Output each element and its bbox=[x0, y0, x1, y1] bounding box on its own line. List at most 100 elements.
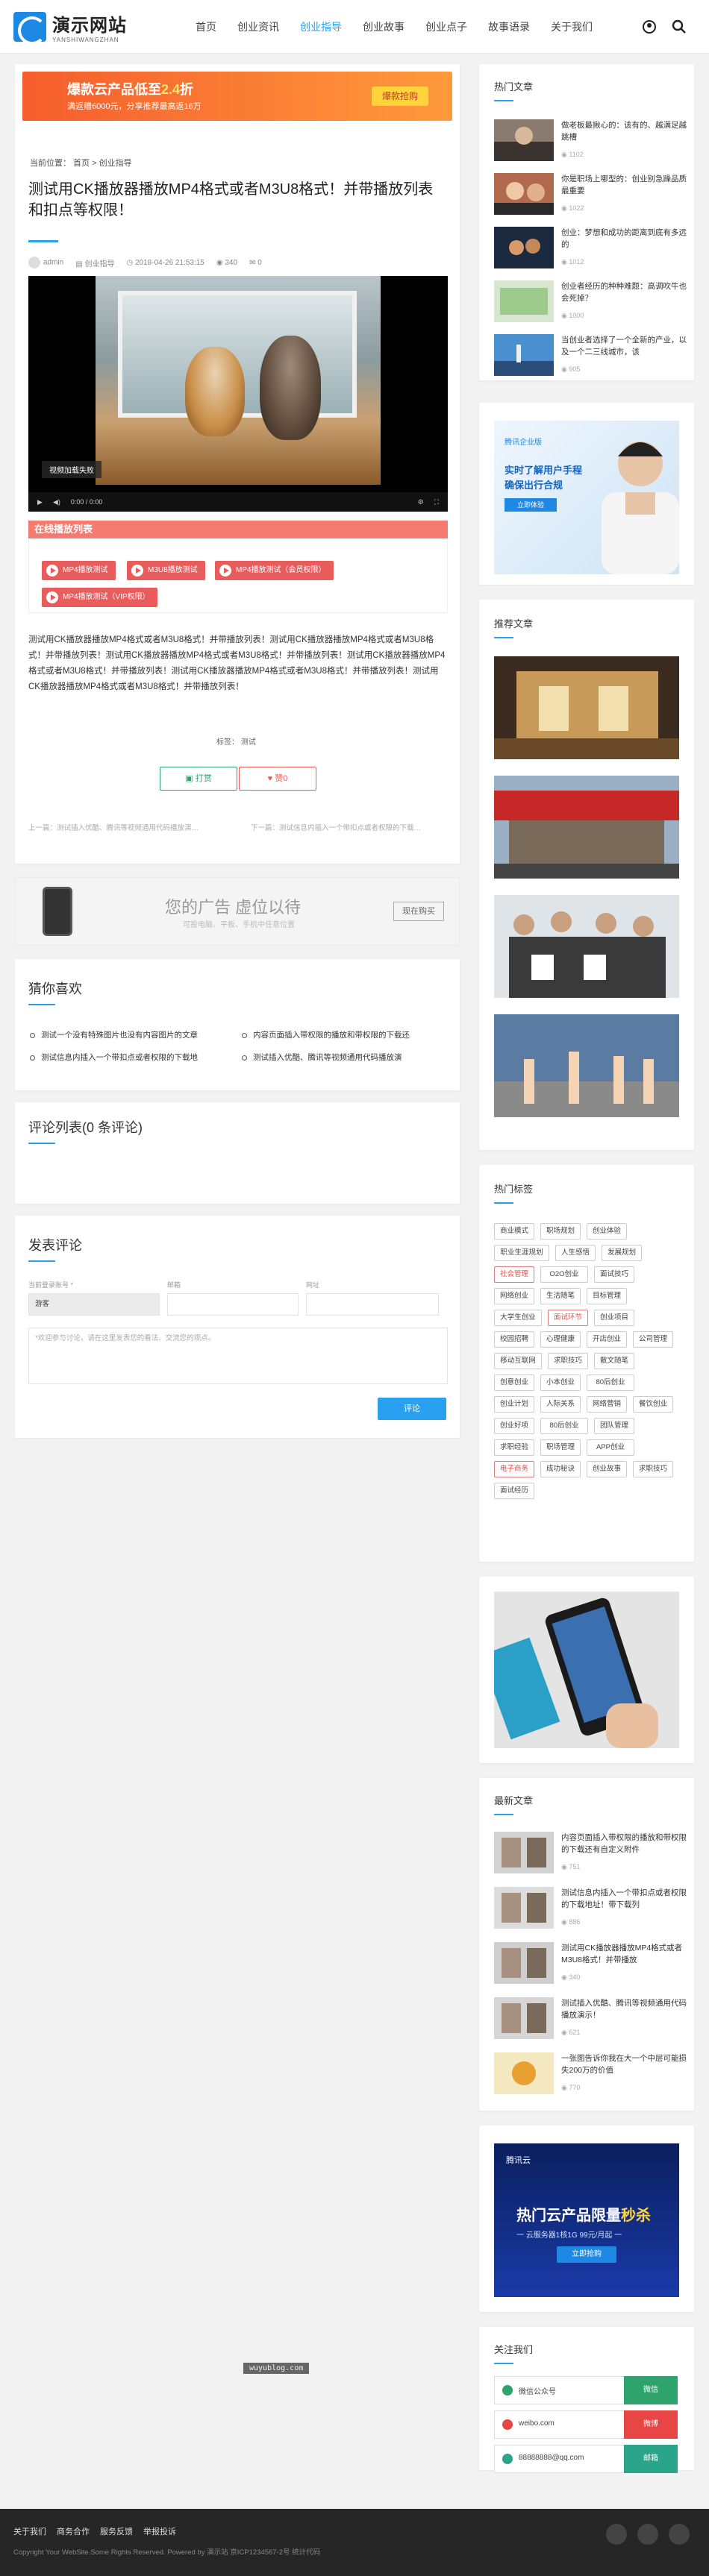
breadcrumb[interactable]: 当前位置： 首页 > 创业指导 bbox=[30, 157, 132, 169]
tag-item[interactable]: 职业生涯规划 bbox=[494, 1245, 549, 1261]
tag-item[interactable]: 面试技巧 bbox=[594, 1266, 634, 1283]
tag-item[interactable]: 创业计划 bbox=[494, 1396, 534, 1413]
email-field[interactable] bbox=[167, 1293, 299, 1316]
tag-item[interactable]: APP创业 bbox=[587, 1439, 634, 1456]
newest-article[interactable]: 一张图告诉你我在大一个中层可能损失200万的价值 ◉ 770 bbox=[494, 2052, 692, 2094]
tag-item[interactable]: 求职经验 bbox=[494, 1439, 534, 1456]
playlist-item[interactable]: MP4播放测试 bbox=[42, 561, 116, 580]
tag-item[interactable]: 心理健康 bbox=[540, 1331, 581, 1348]
tag-item[interactable]: 社会管理 bbox=[494, 1266, 534, 1283]
comment-textarea[interactable]: *欢迎参与讨论，请在这里发表您的看法、交流您的观点。 bbox=[28, 1328, 448, 1384]
ad-banner[interactable]: 您的广告 虚位以待 可投电脑、平板、手机中任意位置 现在购买 bbox=[15, 877, 460, 946]
tag-item[interactable]: 开店创业 bbox=[587, 1331, 627, 1348]
hot-article[interactable]: 创业：梦想和成功的距离到底有多远的 ◉ 1012 bbox=[494, 227, 692, 268]
banner-button[interactable]: 爆款抢购 bbox=[372, 87, 428, 106]
tag-item[interactable]: O2O创业 bbox=[540, 1266, 588, 1283]
author[interactable]: admin bbox=[43, 259, 63, 267]
play-icon[interactable]: ▶ bbox=[37, 498, 43, 506]
ad-cta[interactable]: 立即体验 bbox=[505, 498, 557, 512]
nav-home[interactable]: 首页 bbox=[185, 0, 227, 54]
nav-about[interactable]: 关于我们 bbox=[540, 0, 603, 54]
newest-article[interactable]: 测试信息内插入一个带扣点或者权限的下载地址！带下载列 ◉ 886 bbox=[494, 1887, 692, 1929]
footer-link-report[interactable]: 举报投诉 bbox=[143, 2525, 176, 2537]
tag-item[interactable]: 团队管理 bbox=[594, 1418, 634, 1434]
qq-footer-icon[interactable] bbox=[669, 2524, 690, 2545]
weibo-button[interactable]: 微博 bbox=[624, 2410, 678, 2439]
cloud-cta[interactable]: 立即抢购 bbox=[557, 2246, 616, 2263]
tag-item[interactable]: 求职技巧 bbox=[633, 1461, 673, 1477]
search-icon[interactable] bbox=[672, 19, 687, 34]
tag-item[interactable]: 求职技巧 bbox=[548, 1353, 588, 1369]
url-field[interactable] bbox=[306, 1293, 439, 1316]
tag-item[interactable]: 生活随笔 bbox=[540, 1288, 581, 1304]
user-icon[interactable] bbox=[642, 19, 657, 34]
promo-banner[interactable]: 爆款云产品低至2.4折 满返赠6000元，分享推荐最高返16万 爆款抢购 bbox=[22, 72, 452, 121]
hot-article[interactable]: 做老板最揪心的：该有的、越满足越跳槽 ◉ 1102 bbox=[494, 119, 692, 161]
name-field[interactable]: 游客 bbox=[28, 1293, 160, 1316]
sidebar-ad[interactable]: 腾讯企业版 实时了解用户手程 确保出行合规 立即体验 bbox=[494, 421, 679, 574]
tag-item[interactable]: 80后创业 bbox=[540, 1418, 588, 1434]
tag-item[interactable]: 创业体验 bbox=[587, 1223, 627, 1240]
fullscreen-icon[interactable]: ⛶ bbox=[434, 498, 439, 506]
wechat-button[interactable]: 微信 bbox=[624, 2376, 678, 2404]
tag-item[interactable]: 80后创业 bbox=[587, 1375, 634, 1391]
recommended-image-mart[interactable] bbox=[494, 776, 679, 879]
hot-article[interactable]: 创业者经历的种种难题：高调吹牛也会死掉？ ◉ 1000 bbox=[494, 280, 692, 322]
settings-icon[interactable]: ⚙ bbox=[418, 498, 424, 506]
footer-link-business[interactable]: 商务合作 bbox=[57, 2525, 90, 2537]
weibo-footer-icon[interactable] bbox=[637, 2524, 658, 2545]
nav-guide[interactable]: 创业指导 bbox=[290, 0, 352, 54]
tag-item[interactable]: 电子商务 bbox=[494, 1461, 534, 1477]
recommended-image-store[interactable] bbox=[494, 656, 679, 759]
site-logo[interactable]: 演示网站 YANSHIWANGZHAN bbox=[13, 10, 127, 43]
tag-item[interactable]: 创意创业 bbox=[494, 1375, 534, 1391]
nav-quotes[interactable]: 故事语录 bbox=[478, 0, 540, 54]
tag-item[interactable]: 移动互联网 bbox=[494, 1353, 542, 1369]
playlist-item[interactable]: MP4播放测试（VIP权限） bbox=[42, 588, 157, 607]
footer-link-feedback[interactable]: 服务反馈 bbox=[100, 2525, 133, 2537]
wechat-footer-icon[interactable] bbox=[606, 2524, 627, 2545]
guess-item[interactable]: 测试一个没有特殊图片也没有内容图片的文章 bbox=[30, 1029, 198, 1040]
tag-item[interactable]: 发展规划 bbox=[602, 1245, 642, 1261]
tag-item[interactable]: 创业故事 bbox=[587, 1461, 627, 1477]
recommended-image-group[interactable] bbox=[494, 895, 679, 998]
newest-article[interactable]: 测试用CK播放器播放MP4格式或者M3U8格式！并带播放 ◉ 340 bbox=[494, 1942, 692, 1984]
reward-button[interactable]: ▣ 打赏 bbox=[160, 767, 237, 791]
guess-item[interactable]: 内容页面插入带权限的播放和带权限的下载还 bbox=[242, 1029, 410, 1040]
newest-article[interactable]: 测试插入优酷、腾讯等视频通用代码播放演示！ ◉ 621 bbox=[494, 1997, 692, 2039]
tag-link[interactable]: 测试 bbox=[241, 738, 256, 747]
tag-item[interactable]: 人生感悟 bbox=[555, 1245, 596, 1261]
tag-item[interactable]: 网络营销 bbox=[587, 1396, 627, 1413]
tag-item[interactable]: 创业项目 bbox=[594, 1310, 634, 1326]
tag-item[interactable]: 目标管理 bbox=[587, 1288, 627, 1304]
tag-item[interactable]: 网络创业 bbox=[494, 1288, 534, 1304]
next-article[interactable]: 下一篇：测试信息内插入一个带扣点或者权限的下载… bbox=[251, 822, 446, 832]
submit-comment-button[interactable]: 评论 bbox=[378, 1398, 446, 1420]
playlist-item[interactable]: M3U8播放测试 bbox=[127, 561, 205, 580]
buy-now-button[interactable]: 现在购买 bbox=[393, 902, 444, 921]
tag-item[interactable]: 职场规划 bbox=[540, 1223, 581, 1240]
like-button[interactable]: ♥ 赞0 bbox=[239, 767, 316, 791]
guess-item[interactable]: 测试信息内插入一个带扣点或者权限的下载地 bbox=[30, 1052, 198, 1063]
cloud-ad[interactable]: 腾讯云 热门云产品限量秒杀 一 云服务器1核1G 99元/月起 一 立即抢购 bbox=[494, 2143, 679, 2297]
newest-article[interactable]: 内容页面插入带权限的播放和带权限的下载还有自定义附件 ◉ 751 bbox=[494, 1832, 692, 1873]
tag-item[interactable]: 大学生创业 bbox=[494, 1310, 542, 1326]
nav-stories[interactable]: 创业故事 bbox=[352, 0, 415, 54]
footer-link-about[interactable]: 关于我们 bbox=[13, 2525, 46, 2537]
tag-item[interactable]: 创业好项 bbox=[494, 1418, 534, 1434]
nav-news[interactable]: 创业资讯 bbox=[227, 0, 290, 54]
volume-icon[interactable]: ◀) bbox=[53, 498, 60, 506]
hot-article[interactable]: 当创业者选择了一个全新的产业，以及一个二三线城市，该 ◉ 905 bbox=[494, 334, 692, 376]
recommended-image-runners[interactable] bbox=[494, 1014, 679, 1117]
category[interactable]: 创业指导 bbox=[84, 260, 114, 268]
tag-item[interactable]: 职场管理 bbox=[540, 1439, 581, 1456]
email-button[interactable]: 邮箱 bbox=[624, 2445, 678, 2473]
tag-item[interactable]: 校园招聘 bbox=[494, 1331, 534, 1348]
phone-ad-image[interactable] bbox=[494, 1592, 679, 1748]
hot-article[interactable]: 你是职场上哪型的：创业别急躁品质最重要 ◉ 1022 bbox=[494, 173, 692, 215]
tag-item[interactable]: 公司管理 bbox=[633, 1331, 673, 1348]
video-player[interactable]: 视频加载失败 ▶ ◀) 0:00 / 0:00 ⚙ ⛶ bbox=[28, 276, 448, 512]
tag-item[interactable]: 面试环节 bbox=[548, 1310, 588, 1326]
tag-item[interactable]: 人际关系 bbox=[540, 1396, 581, 1413]
tag-item[interactable]: 餐饮创业 bbox=[633, 1396, 673, 1413]
